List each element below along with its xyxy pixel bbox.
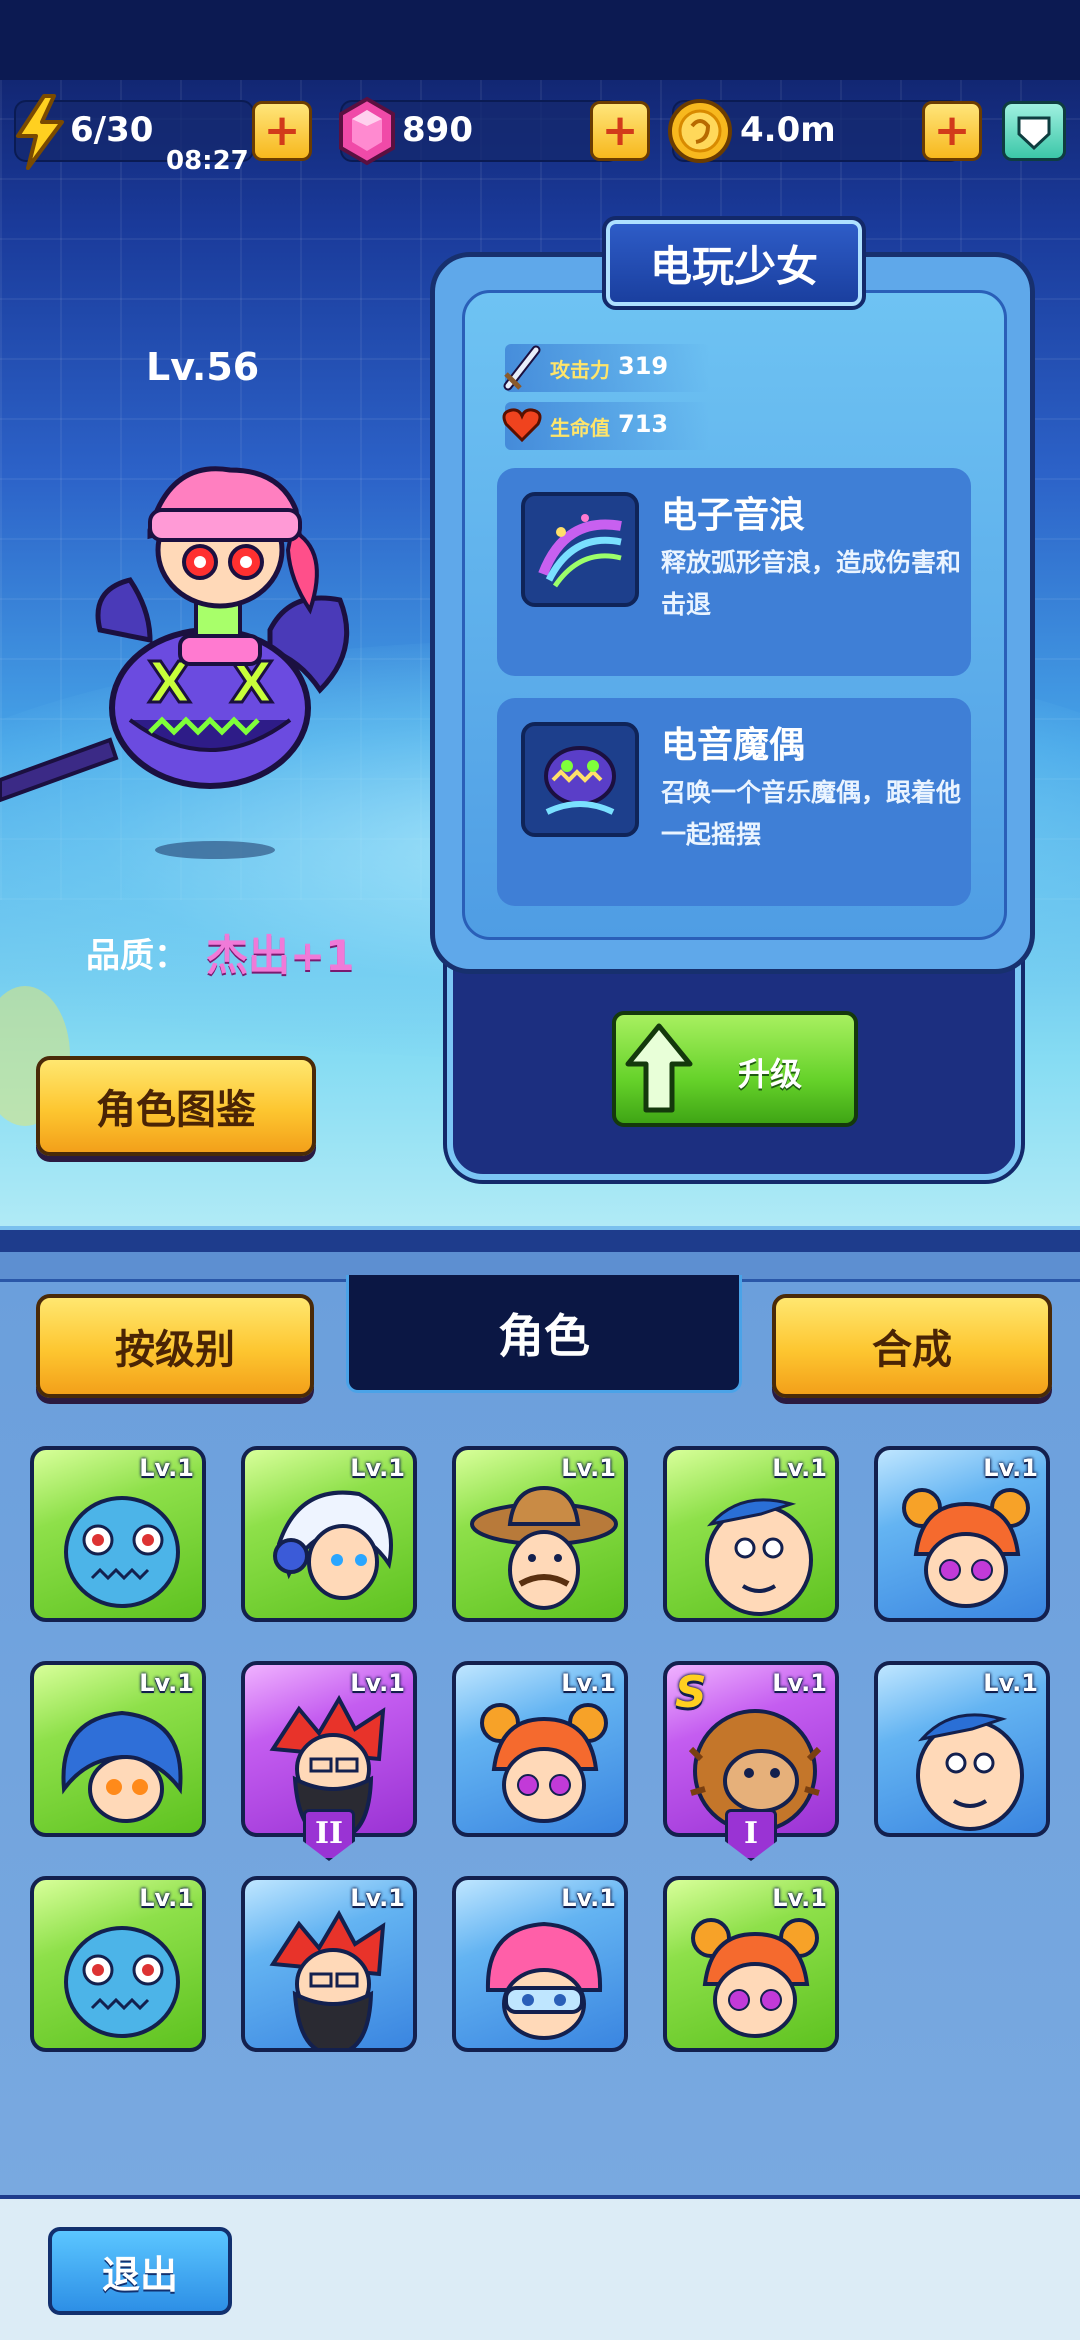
hero-card[interactable]: Lv.1	[663, 1876, 839, 2052]
health-value: 713	[618, 410, 669, 438]
bald-chubby-man-icon	[916, 1713, 1024, 1831]
health-label: 生命值	[550, 416, 610, 440]
hero-card-level: Lv.1	[561, 1454, 616, 1482]
quality-value: 杰出+1	[206, 931, 355, 980]
music-puppet-skill-icon	[521, 722, 639, 837]
status-strip	[0, 0, 1080, 80]
arrow-up-icon	[625, 1023, 693, 1113]
hero-card-level: Lv.1	[983, 1454, 1038, 1482]
character-codex-button[interactable]: 角色图鉴	[36, 1056, 316, 1156]
star-grade-badge: S	[675, 1667, 707, 1718]
skill-desc-1: 释放弧形音浪，造成伤害和击退	[661, 548, 962, 619]
orange-hair-bun-girl-icon	[480, 1703, 608, 1823]
section-divider	[0, 1226, 1080, 1252]
hero-card[interactable]: Lv.1	[663, 1446, 839, 1622]
hero-card[interactable]: Lv.1	[452, 1446, 628, 1622]
gem-count: 890	[402, 110, 473, 150]
add-energy-button[interactable]: +	[252, 101, 312, 161]
hero-card-level: Lv.1	[139, 1669, 194, 1697]
hero-card-level: Lv.1	[561, 1669, 616, 1697]
blue-fish-monster-icon	[64, 1926, 180, 2038]
orange-hair-bun-girl-icon	[902, 1488, 1030, 1608]
add-coins-button[interactable]: +	[922, 101, 982, 161]
hero-card-level: Lv.1	[772, 1454, 827, 1482]
hero-card[interactable]: Lv.1	[241, 1876, 417, 2052]
exit-button[interactable]: 退出	[48, 2227, 232, 2315]
sword-icon	[503, 345, 541, 391]
hero-card-level: Lv.1	[772, 1669, 827, 1697]
orange-hair-bun-girl-icon	[691, 1918, 819, 2038]
skill-desc-2: 召唤一个音乐魔偶，跟着他一起摇摆	[661, 778, 962, 849]
hero-card-level: Lv.1	[350, 1669, 405, 1697]
hero-level: Lv.56	[146, 345, 260, 389]
bald-chubby-man-icon	[705, 1498, 813, 1616]
hero-name-title: 电玩少女	[602, 216, 866, 310]
blue-hood-girl-icon	[61, 1710, 183, 1823]
lightning-icon	[16, 94, 64, 170]
white-hair-headset-girl-icon	[273, 1490, 393, 1600]
hero-character-figure[interactable]: X X	[0, 440, 380, 870]
add-gems-button[interactable]: +	[590, 101, 650, 161]
hero-card[interactable]: Lv.1	[30, 1446, 206, 1622]
skill-name-1: 电子音浪	[661, 495, 806, 536]
coin-icon	[668, 99, 732, 163]
hero-card-level: Lv.1	[350, 1884, 405, 1912]
hero-card[interactable]: Lv.1	[874, 1446, 1050, 1622]
attack-label: 攻击力	[550, 358, 610, 382]
energy-count: 6/30	[70, 110, 154, 150]
heart-icon	[502, 408, 542, 443]
coin-count: 4.0m	[740, 110, 836, 150]
hero-card[interactable]: Lv.1	[874, 1661, 1050, 1837]
energy-timer: 08:27	[166, 146, 249, 176]
hero-card-level: Lv.1	[983, 1669, 1038, 1697]
attack-value: 319	[618, 352, 669, 380]
skill-name-2: 电音魔偶	[661, 725, 806, 766]
quality-label: 品质：	[86, 936, 188, 976]
sort-by-level-button[interactable]: 按级别	[36, 1294, 314, 1398]
hero-card-level: Lv.1	[561, 1884, 616, 1912]
hero-card-level: Lv.1	[139, 1454, 194, 1482]
hero-card-level: Lv.1	[139, 1884, 194, 1912]
hero-card[interactable]: Lv.1	[30, 1661, 206, 1837]
sound-wave-skill-icon	[521, 492, 639, 607]
pink-hair-goggles-girl-icon	[485, 1921, 603, 2040]
tab-characters[interactable]: 角色	[346, 1275, 742, 1393]
upgrade-label: 升级	[738, 1055, 803, 1093]
hero-card-level: Lv.1	[772, 1884, 827, 1912]
combine-button[interactable]: 合成	[772, 1294, 1052, 1398]
cowboy-hat-man-icon	[470, 1485, 618, 1610]
hero-card[interactable]: Lv.1	[452, 1876, 628, 2052]
gem-icon	[339, 96, 395, 166]
hero-card[interactable]: Lv.1	[241, 1446, 417, 1622]
hero-card[interactable]: Lv.1	[452, 1661, 628, 1837]
hero-card[interactable]: Lv.1	[30, 1876, 206, 2052]
shield-icon	[1017, 116, 1051, 151]
red-hair-bearded-man-icon	[269, 1909, 386, 2048]
shop-button[interactable]	[1002, 101, 1066, 161]
hero-card-level: Lv.1	[350, 1454, 405, 1482]
blue-fish-monster-icon	[64, 1496, 180, 1608]
